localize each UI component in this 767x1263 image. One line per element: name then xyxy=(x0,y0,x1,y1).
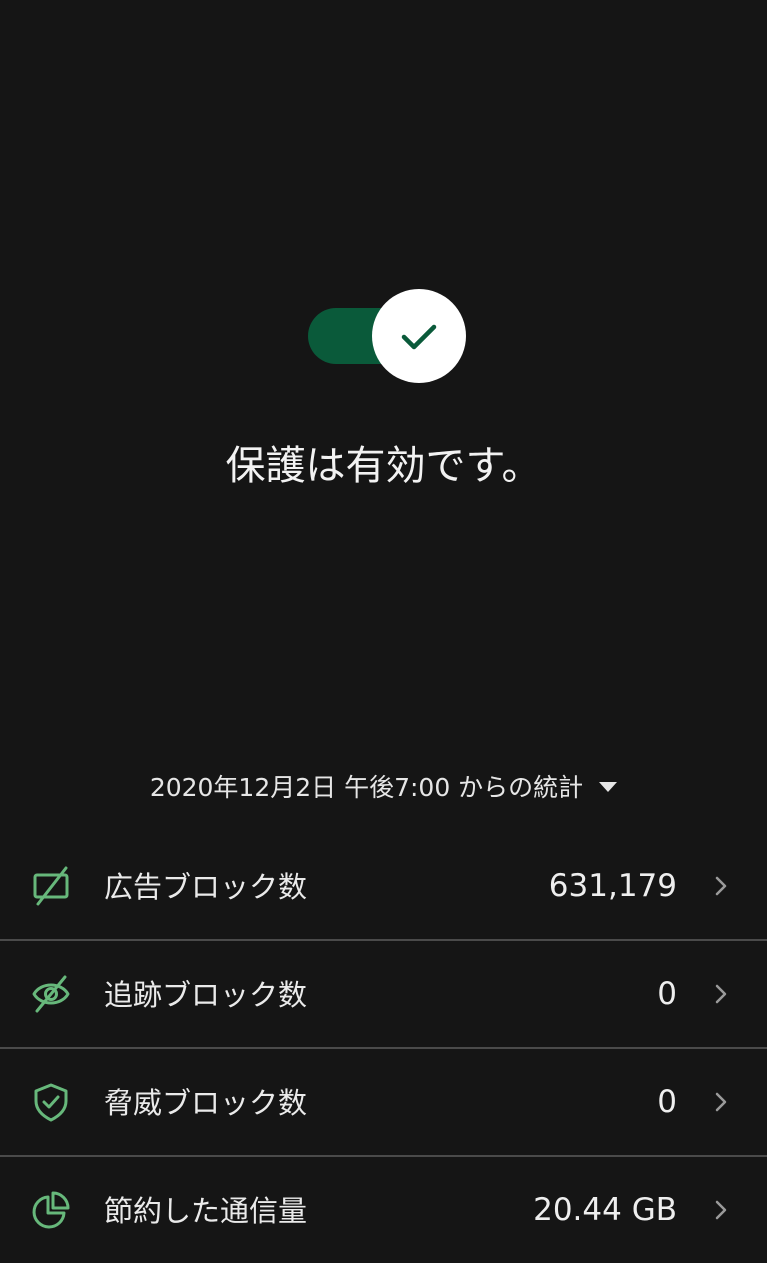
dropdown-caret-icon xyxy=(599,782,618,792)
stat-label: 節約した通信量 xyxy=(104,1194,308,1228)
shield-check-icon xyxy=(34,1083,68,1122)
protection-toggle[interactable] xyxy=(308,289,466,383)
stat-row-threats-blocked[interactable]: 脅威ブロック数 0 xyxy=(0,1049,767,1157)
stat-value: 0 xyxy=(657,976,677,1012)
ad-block-icon xyxy=(33,866,69,906)
stat-value: 20.44 GB xyxy=(533,1192,677,1228)
pie-chart-icon xyxy=(32,1191,70,1229)
check-icon xyxy=(401,324,437,350)
chevron-right-icon xyxy=(715,876,727,896)
stat-value: 0 xyxy=(657,1084,677,1120)
stats-list: 広告ブロック数 631,179 追跡ブロック数 0 脅威ブロック数 0 節約した… xyxy=(0,833,767,1263)
tracking-block-icon xyxy=(32,975,70,1013)
stat-label: 広告ブロック数 xyxy=(104,870,308,904)
stat-label: 追跡ブロック数 xyxy=(104,978,308,1012)
stat-value: 631,179 xyxy=(548,868,677,904)
stats-period-selector[interactable]: 2020年12月2日 午後7:00 からの統計 xyxy=(0,766,767,806)
stat-row-ads-blocked[interactable]: 広告ブロック数 631,179 xyxy=(0,833,767,941)
toggle-knob xyxy=(372,289,466,383)
chevron-right-icon xyxy=(715,984,727,1004)
chevron-right-icon xyxy=(715,1092,727,1112)
stat-row-tracking-blocked[interactable]: 追跡ブロック数 0 xyxy=(0,941,767,1049)
chevron-right-icon xyxy=(715,1200,727,1220)
stats-period-label: 2020年12月2日 午後7:00 からの統計 xyxy=(149,773,584,802)
stat-label: 脅威ブロック数 xyxy=(104,1086,308,1120)
protection-status-title: 保護は有効です。 xyxy=(225,443,542,489)
stat-row-data-saved[interactable]: 節約した通信量 20.44 GB xyxy=(0,1157,767,1263)
